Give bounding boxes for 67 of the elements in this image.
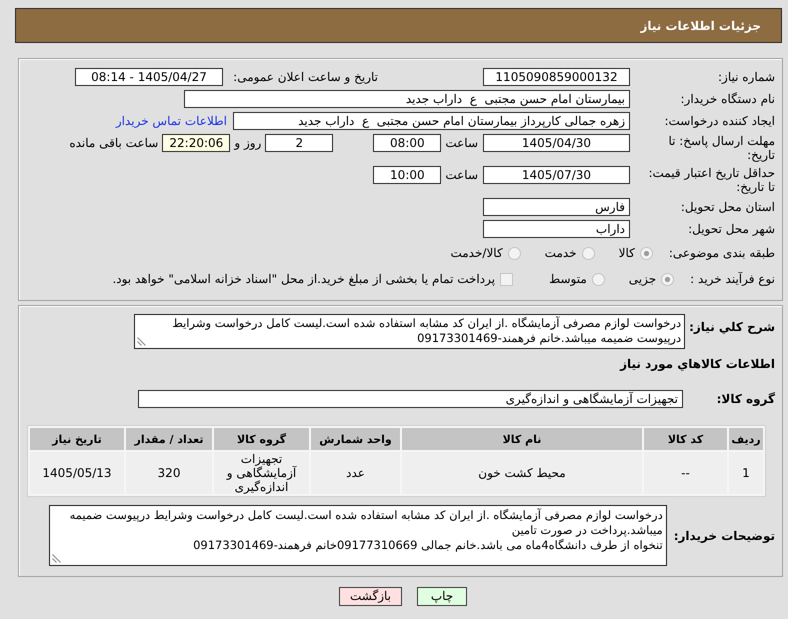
- radio-label: جزیی: [628, 272, 656, 286]
- field-label: استان محل تحویل:: [680, 199, 775, 216]
- notes-text: درخواست لوازم مصرفی آزمایشگاه .از ایران کد مشابه استفاده شده است.لیست کامل درخواست وشرایط درپیوست ضمیمه میباشد.پرداخت در صورت تامین تنخواه از طرف دانشگاه4ماه می باشد.خانم جمالی 09177310669خانم فرهمند-09173301469: [68, 508, 663, 553]
- column-header: تعداد / مقدار: [126, 428, 212, 450]
- date-field[interactable]: 1405/04/30: [483, 134, 630, 152]
- text-field[interactable]: تجهیزات آزمایشگاهی و اندازه‌گیری: [138, 390, 683, 408]
- text-field[interactable]: بیمارستان امام حسن مجتبی ع داراب جدید: [184, 90, 630, 108]
- field-label: نوع فرآیند خرید :: [690, 272, 775, 286]
- column-header: گروه کالا: [214, 428, 309, 450]
- section-label: توضیحات خریدار:: [674, 528, 775, 542]
- column-header: نام کالا: [402, 428, 642, 450]
- radio-button[interactable]: [508, 246, 521, 260]
- checkbox-label: پرداخت تمام یا بخشی از مبلغ خرید.از محل "اسناد خزانه اسلامی" خواهد بود.: [112, 272, 496, 286]
- field-label: روز و: [234, 135, 262, 152]
- table-cell: 1405/05/13: [30, 452, 124, 494]
- table-cell: محیط کشت خون: [402, 452, 642, 494]
- radio-label: متوسط: [549, 272, 587, 286]
- notes-field[interactable]: [48, 505, 667, 566]
- back-button[interactable]: بازگشت: [339, 587, 402, 606]
- field-label: طبقه بندی موضوعی:: [668, 246, 775, 260]
- description-text: درخواست لوازم مصرفی آزمایشگاه .از ایران کد مشابه استفاده شده است.لیست کامل درخواست وشرایط درپیوست ضمیمه میباشد.خانم فرهمند-09173301469: [171, 316, 682, 346]
- print-button[interactable]: چاپ: [417, 587, 467, 606]
- column-header: ردیف: [729, 428, 763, 450]
- table-cell: عدد: [311, 452, 400, 494]
- field-label: ایجاد کننده درخواست:: [663, 113, 775, 130]
- resize-grip-icon[interactable]: [137, 337, 146, 346]
- time-field[interactable]: 08:00: [373, 134, 442, 152]
- text-field[interactable]: زهره جمالی کارپرداز بیمارستان امام حسن مجتبی ع داراب جدید: [233, 112, 630, 130]
- field-label: شهر محل تحویل:: [687, 221, 775, 238]
- field-label: نام دستگاه خریدار:: [680, 91, 775, 108]
- column-header: کد کالا: [644, 428, 727, 450]
- column-header: تاریخ نیاز: [30, 428, 124, 450]
- datetime-field[interactable]: 1405/04/27 - 08:14: [75, 68, 223, 86]
- description-field[interactable]: درخواست لوازم مصرفی آزمایشگاه .از ایران کد مشابه استفاده شده است.لیست کامل درخواست وشرایط درپیوست ضمیمه میباشد.خانم فرهمند-09173301469: [134, 314, 686, 349]
- resize-grip-icon[interactable]: [52, 554, 61, 563]
- column-header: واحد شمارش: [311, 428, 400, 450]
- field-label: ساعت: [445, 167, 478, 184]
- table-cell: 1: [729, 452, 763, 494]
- number-field[interactable]: 1105090859000132: [483, 68, 630, 86]
- section-title: اطلاعات کالاهاي مورد نياز: [618, 356, 775, 372]
- days-field[interactable]: 2: [265, 134, 334, 152]
- field-label: تاریخ و ساعت اعلان عمومی:: [233, 69, 378, 86]
- field-label: شماره نیاز:: [717, 69, 775, 86]
- text-field[interactable]: فارس: [483, 198, 630, 216]
- date-field[interactable]: 1405/07/30: [483, 166, 630, 184]
- radio-button[interactable]: [582, 246, 595, 260]
- page-title: جزئیات اطلاعات نیاز: [640, 18, 761, 32]
- field-label: ساعت: [445, 135, 478, 152]
- radio-label: کالا: [618, 246, 635, 260]
- text-field[interactable]: داراب: [483, 220, 630, 238]
- field-label: مهلت ارسال پاسخ: تا تاریخ:: [667, 134, 775, 162]
- contact-link[interactable]: اطلاعات تماس خریدار: [116, 114, 227, 128]
- radio-button[interactable]: [661, 272, 674, 286]
- section-label: گروه کالا:: [716, 392, 775, 406]
- field-label: ساعت باقی مانده: [69, 135, 158, 152]
- radio-button[interactable]: [592, 272, 605, 286]
- countdown-field[interactable]: 22:20:06: [162, 134, 230, 152]
- time-field[interactable]: 10:00: [373, 166, 442, 184]
- radio-label: خدمت: [544, 246, 577, 260]
- field-label: حداقل تاریخ اعتبار قیمت: تا تاریخ:: [647, 166, 775, 194]
- table-cell: --: [644, 452, 727, 494]
- checkbox[interactable]: [500, 272, 514, 286]
- table-cell: 320: [126, 452, 212, 494]
- section-label: شرح کلي نياز:: [689, 319, 775, 336]
- radio-button[interactable]: [640, 246, 653, 260]
- table-cell: تجهیزات آزمایشگاهی و اندازه‌گیری: [214, 452, 309, 494]
- radio-label: کالا/خدمت: [450, 246, 503, 260]
